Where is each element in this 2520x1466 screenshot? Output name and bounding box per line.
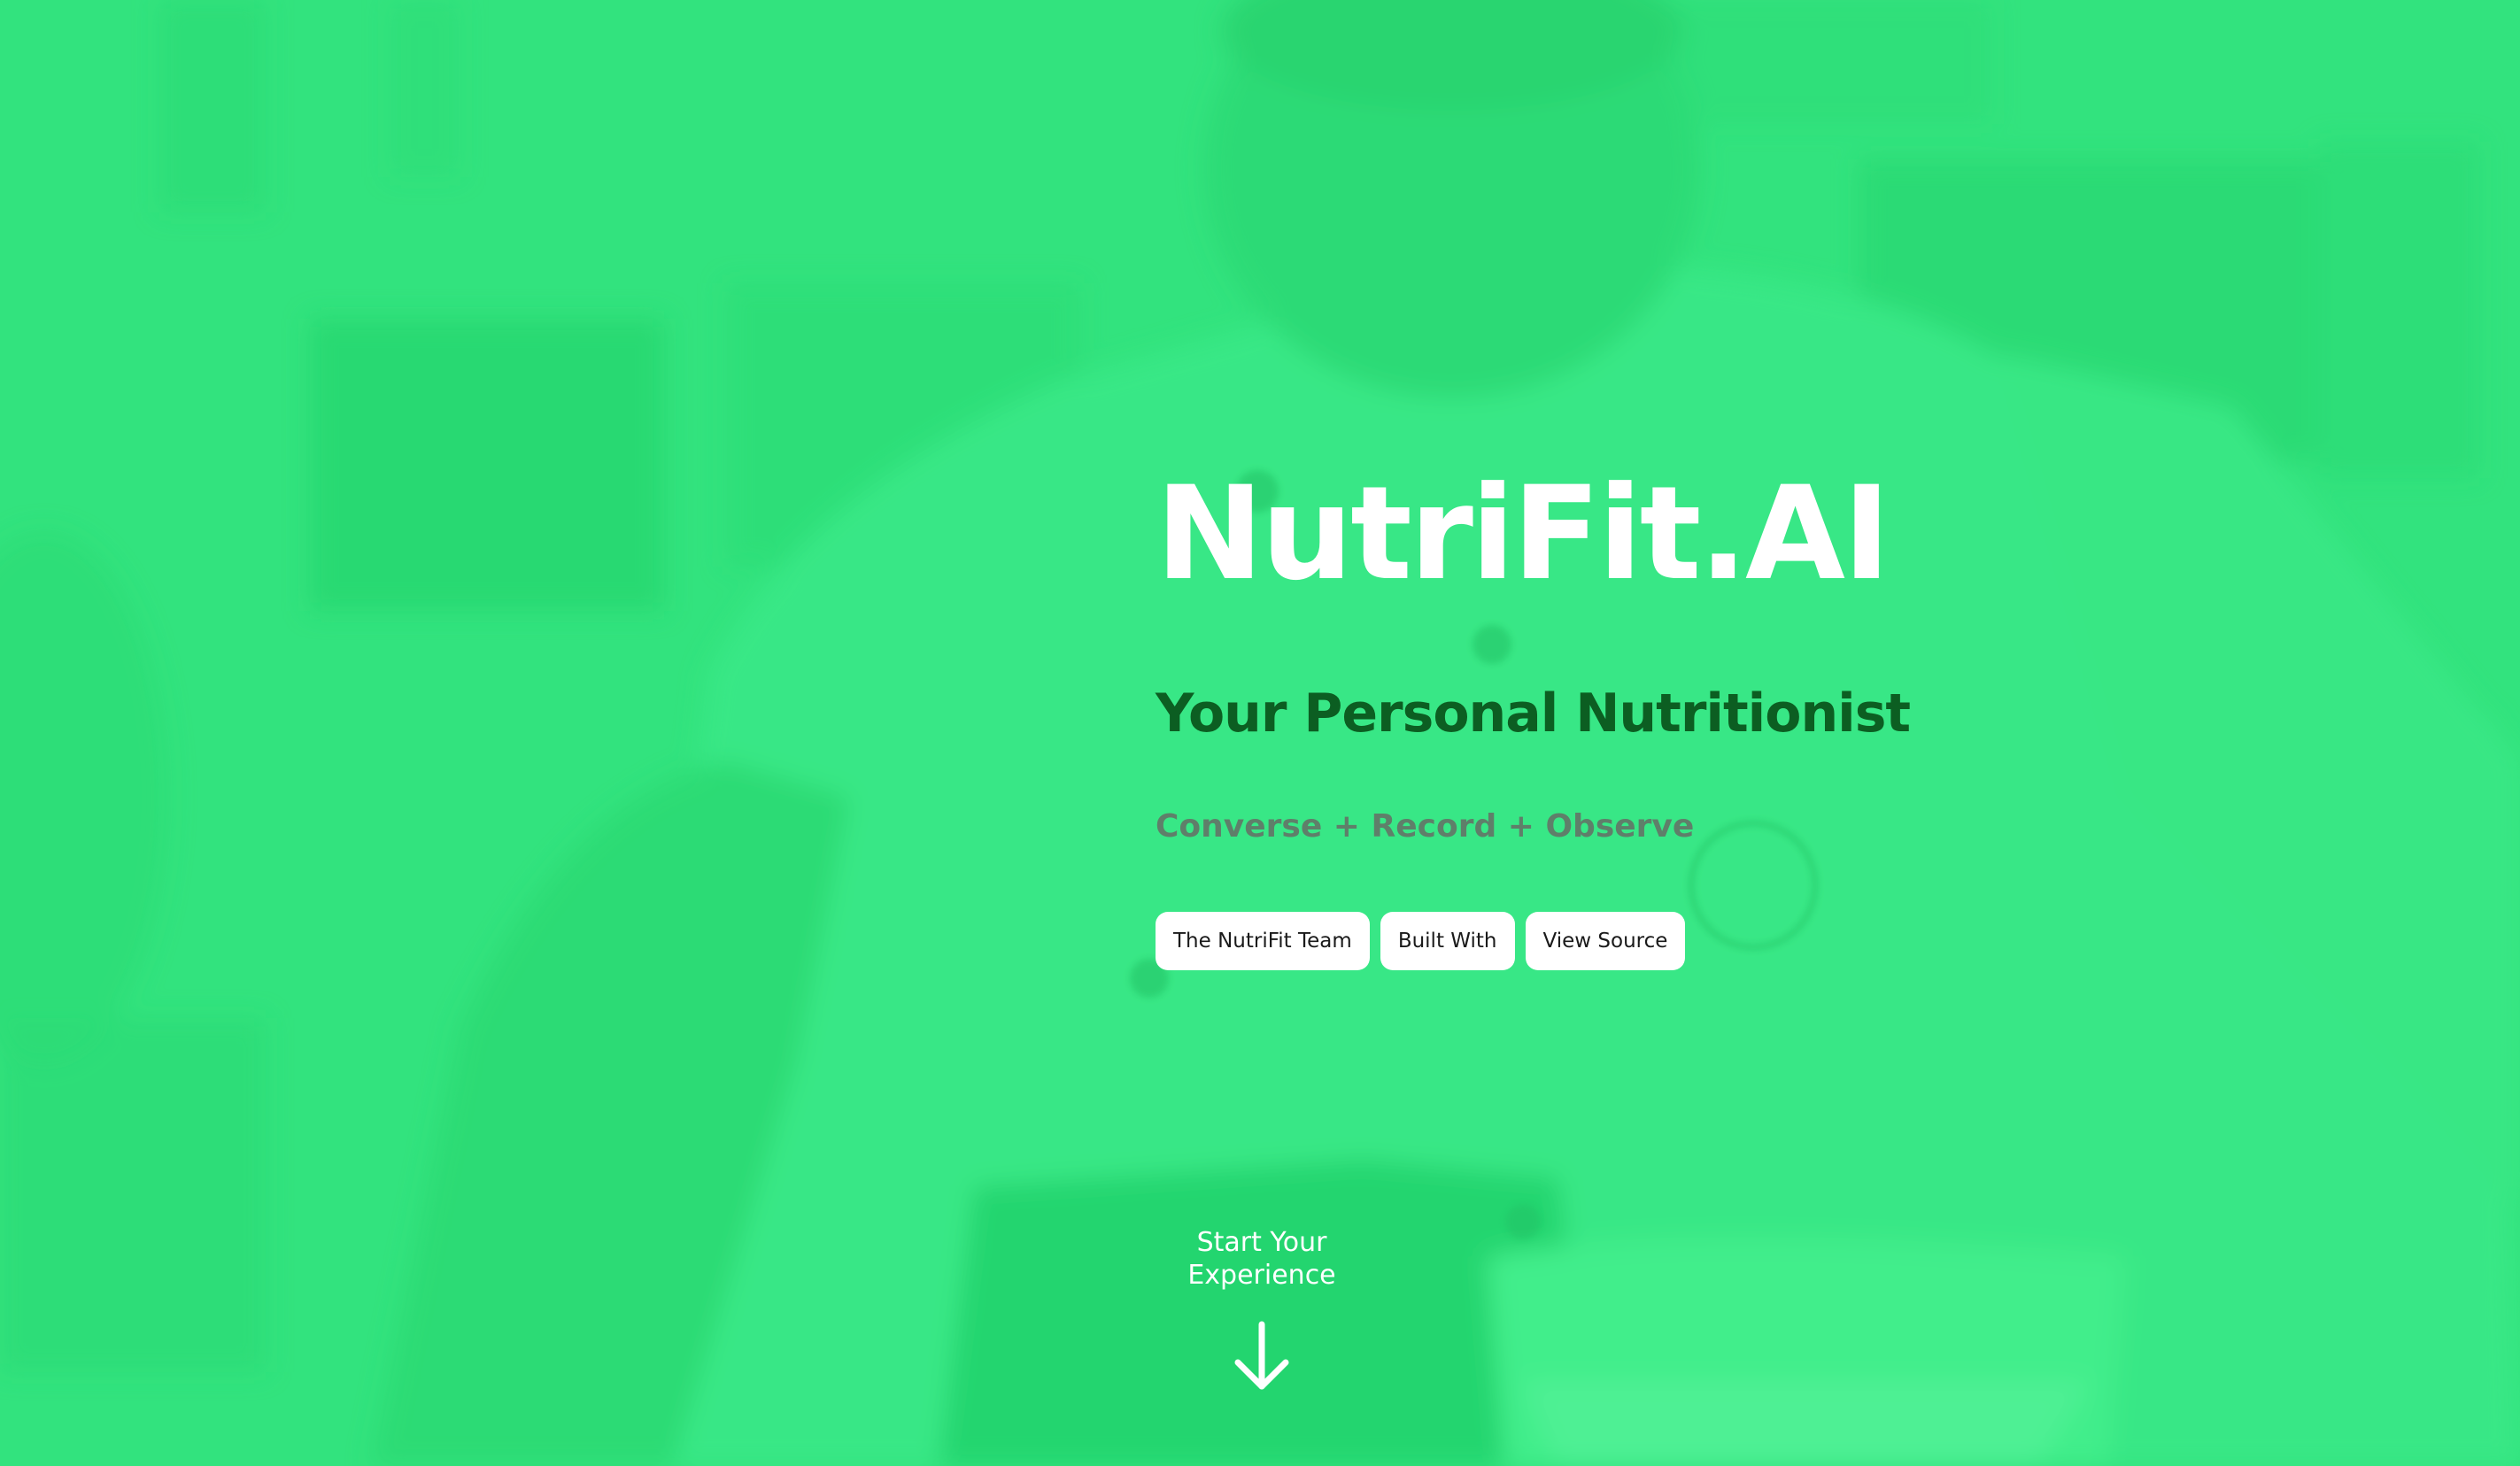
hero-content: NutriFit.AI Your Personal Nutritionist C… [1156, 469, 2218, 970]
hero-button-row: The NutriFit Team Built With View Source [1156, 912, 2218, 970]
view-source-button[interactable]: View Source [1525, 912, 1686, 970]
cta-line-1: Start Your [1196, 1227, 1327, 1258]
hero-subtagline: Converse + Record + Observe [1156, 808, 1695, 845]
built-with-button[interactable]: Built With [1380, 912, 1515, 970]
team-button[interactable]: The NutriFit Team [1156, 912, 1370, 970]
arrow-down-icon [1234, 1321, 1289, 1390]
start-experience-link[interactable]: Start Your Experience [1173, 1226, 1350, 1392]
hero-tagline: Your Personal Nutritionist [1156, 683, 1911, 745]
cta-line-2: Experience [1187, 1260, 1336, 1291]
brand-title: NutriFit.AI [1156, 459, 1890, 609]
